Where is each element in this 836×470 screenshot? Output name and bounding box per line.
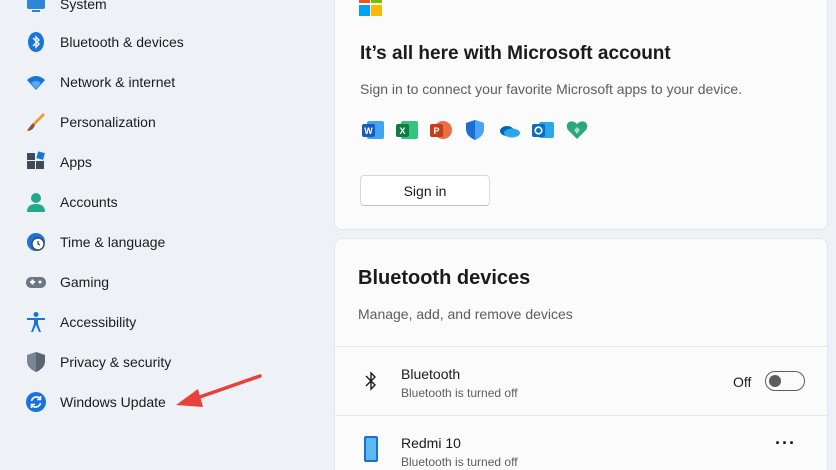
- sidebar-item-accounts[interactable]: Accounts: [0, 184, 320, 220]
- family-safety-icon: [565, 118, 589, 142]
- bluetooth-devices-subtitle: Manage, add, and remove devices: [358, 306, 573, 322]
- device-status: Bluetooth is turned off: [401, 386, 518, 400]
- system-icon: [24, 0, 48, 16]
- phone-icon: [359, 435, 383, 463]
- shield-icon: [24, 350, 48, 374]
- bluetooth-icon: [359, 367, 383, 395]
- device-row-redmi-10: Redmi 10 Bluetooth is turned off ···: [335, 416, 829, 470]
- sidebar-item-system[interactable]: System: [0, 0, 320, 22]
- windows-update-icon: [24, 390, 48, 414]
- defender-icon: [463, 118, 487, 142]
- sidebar-item-bluetooth[interactable]: Bluetooth & devices: [0, 24, 320, 60]
- outlook-icon: [531, 118, 555, 142]
- brush-icon: [24, 110, 48, 134]
- sidebar-item-label: Bluetooth & devices: [60, 34, 184, 50]
- settings-sidebar: System Bluetooth & devices Network & int…: [0, 0, 330, 470]
- sidebar-item-privacy[interactable]: Privacy & security: [0, 344, 320, 380]
- sign-in-button[interactable]: Sign in: [360, 175, 490, 206]
- sidebar-item-label: Time & language: [60, 234, 166, 250]
- sidebar-item-apps[interactable]: Apps: [0, 144, 320, 180]
- sidebar-item-network[interactable]: Network & internet: [0, 64, 320, 100]
- sidebar-item-label: Accessibility: [60, 314, 137, 330]
- bluetooth-toggle-label: Off: [733, 374, 752, 390]
- powerpoint-icon: P: [429, 118, 453, 142]
- microsoft-logo-icon: [359, 0, 383, 19]
- onedrive-icon: [497, 118, 521, 142]
- toggle-knob: [769, 375, 781, 387]
- sidebar-item-label: Apps: [60, 154, 92, 170]
- bluetooth-toggle[interactable]: [765, 371, 805, 391]
- sidebar-item-label: Personalization: [60, 114, 156, 130]
- excel-icon: X: [395, 118, 419, 142]
- word-icon: W: [361, 118, 385, 142]
- wifi-icon: [24, 70, 48, 94]
- microsoft-account-title: It’s all here with Microsoft account: [360, 43, 671, 64]
- svg-text:X: X: [399, 126, 405, 136]
- sidebar-item-label: Windows Update: [60, 394, 166, 410]
- person-icon: [24, 190, 48, 214]
- sidebar-item-accessibility[interactable]: Accessibility: [0, 304, 320, 340]
- sidebar-item-label: Accounts: [60, 194, 118, 210]
- bluetooth-devices-card: Bluetooth devices Manage, add, and remov…: [334, 238, 829, 470]
- sidebar-item-windows-update[interactable]: Windows Update: [0, 384, 320, 420]
- gamepad-icon: [24, 270, 48, 294]
- device-row-bluetooth: Bluetooth Bluetooth is turned off Off: [335, 347, 829, 415]
- microsoft-account-subtitle: Sign in to connect your favorite Microso…: [360, 81, 743, 97]
- clock-globe-icon: [24, 230, 48, 254]
- device-name: Bluetooth: [401, 366, 461, 382]
- accessibility-icon: [24, 310, 48, 334]
- sidebar-item-label: Gaming: [60, 274, 110, 290]
- bluetooth-devices-title: Bluetooth devices: [358, 267, 531, 289]
- sidebar-item-time-language[interactable]: Time & language: [0, 224, 320, 260]
- sidebar-item-label: System: [60, 0, 107, 12]
- more-options-button[interactable]: ···: [775, 433, 796, 454]
- sidebar-item-gaming[interactable]: Gaming: [0, 264, 320, 300]
- apps-icon: [24, 150, 48, 174]
- sidebar-item-label: Network & internet: [60, 74, 176, 90]
- microsoft-account-card: It’s all here with Microsoft account Sig…: [334, 0, 828, 230]
- sidebar-item-personalization[interactable]: Personalization: [0, 104, 320, 140]
- device-status: Bluetooth is turned off: [401, 455, 518, 469]
- svg-text:P: P: [433, 126, 439, 136]
- bluetooth-icon: [24, 30, 48, 54]
- microsoft-apps-row: W X P: [361, 118, 599, 142]
- svg-text:W: W: [364, 126, 373, 136]
- device-name: Redmi 10: [401, 435, 461, 451]
- sidebar-item-label: Privacy & security: [60, 354, 172, 370]
